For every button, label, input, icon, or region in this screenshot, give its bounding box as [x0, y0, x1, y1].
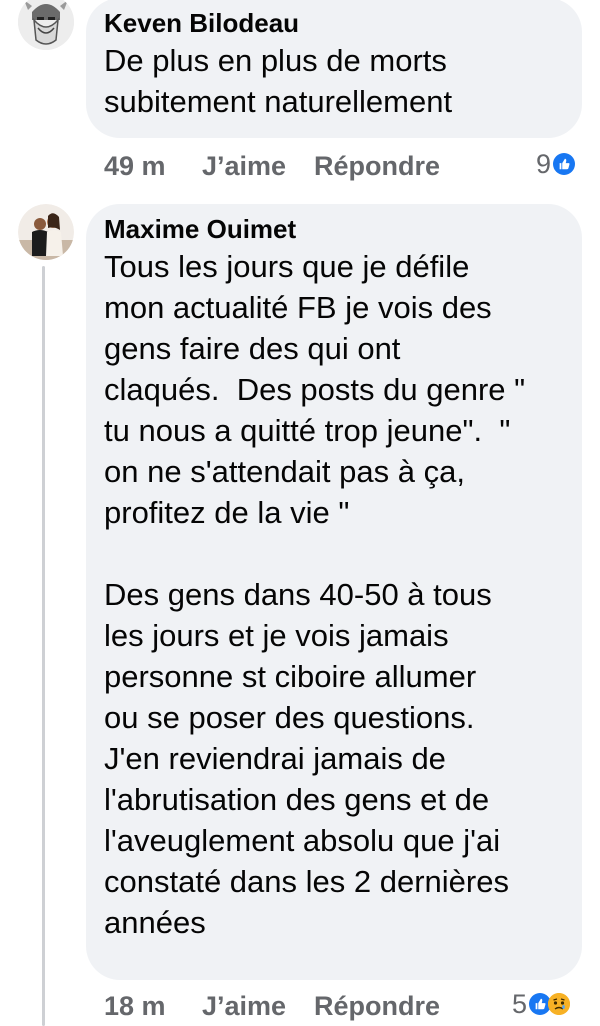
comment-actions: 49 m J’aime Répondre	[104, 148, 474, 184]
comment-text: Tous les jours que je défile mon actuali…	[104, 249, 526, 940]
comment-bubble[interactable]: Maxime Ouimet Tous les jours que je défi…	[86, 204, 582, 980]
comment-text: De plus en plus de morts subitement natu…	[104, 43, 453, 119]
avatar[interactable]	[18, 0, 74, 50]
comment-time[interactable]: 49 m	[104, 151, 202, 182]
sad-reaction-icon	[548, 993, 571, 1015]
reaction-summary[interactable]: 9	[536, 146, 576, 182]
like-reaction-icon	[553, 153, 576, 175]
reply-thread-line	[42, 266, 45, 1026]
reply-button[interactable]: Répondre	[314, 991, 474, 1022]
reply-button[interactable]: Répondre	[314, 151, 474, 182]
like-button[interactable]: J’aime	[202, 151, 314, 182]
like-button[interactable]: J’aime	[202, 991, 314, 1022]
comment-actions: 18 m J’aime Répondre	[104, 988, 474, 1024]
comment-author[interactable]: Maxime Ouimet	[104, 212, 560, 246]
reaction-count: 9	[536, 148, 552, 179]
reaction-summary[interactable]: 5	[512, 986, 571, 1022]
reaction-count: 5	[512, 988, 528, 1019]
viking-avatar-icon	[18, 0, 74, 50]
comment-author[interactable]: Keven Bilodeau	[104, 6, 560, 40]
avatar[interactable]	[18, 204, 74, 260]
comment-bubble[interactable]: Keven Bilodeau De plus en plus de morts …	[86, 0, 582, 138]
couple-photo-avatar-icon	[18, 204, 74, 260]
comment-time[interactable]: 18 m	[104, 991, 202, 1022]
